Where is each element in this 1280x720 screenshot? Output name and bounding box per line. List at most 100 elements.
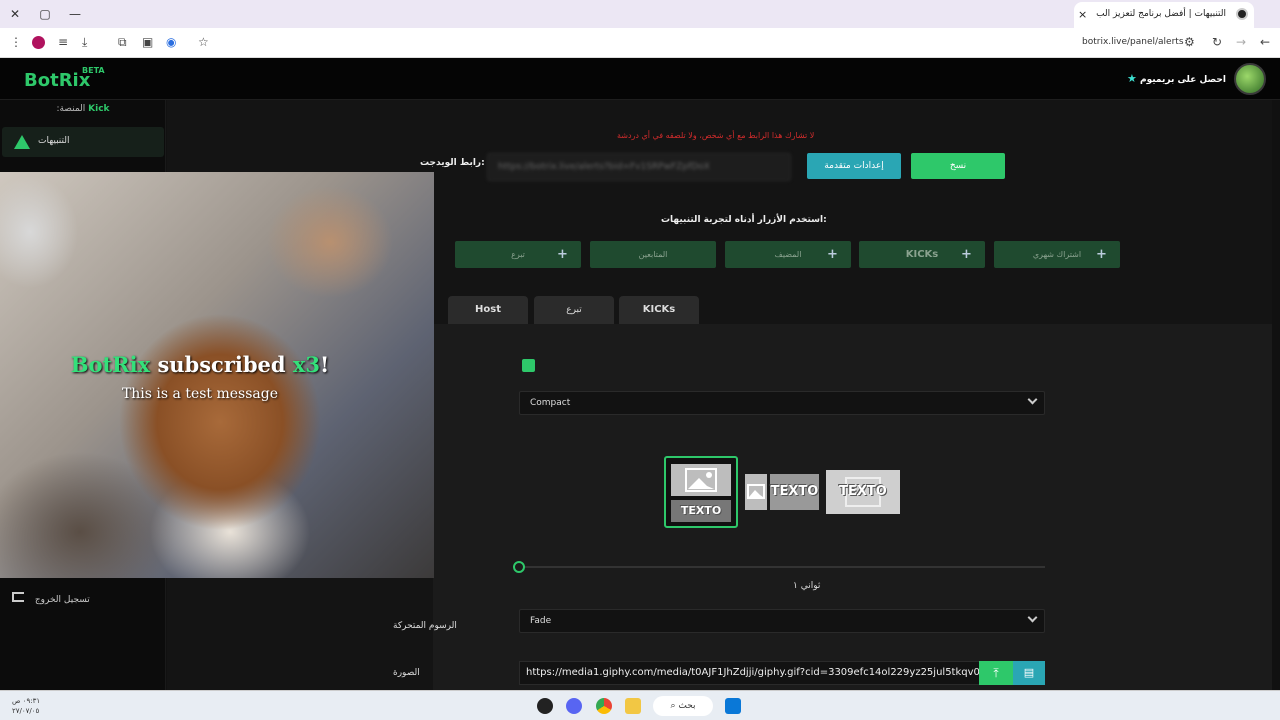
duration-value: ثواني ١	[793, 581, 821, 591]
bookmark-star-icon[interactable]: ☆	[198, 35, 209, 49]
image-placeholder-icon	[671, 464, 731, 496]
reading-list-icon[interactable]: ≡	[58, 35, 68, 49]
layout-text-label: TEXTO	[671, 500, 731, 522]
test-subscription-button[interactable]: اشتراك شهري +	[994, 241, 1120, 268]
link-warning-text: لا تشارك هذا الرابط مع أي شخص، ولا تلصقه…	[617, 131, 815, 140]
site-settings-icon[interactable]: ⚙	[1184, 35, 1195, 49]
warning-icon	[14, 135, 30, 149]
test-followers-button[interactable]: المتابعين	[590, 241, 716, 268]
logout-button[interactable]: تسجيل الخروج	[12, 592, 90, 605]
alert-message: This is a test message	[121, 386, 279, 402]
browser-tab[interactable]: التنبيهات | أفضل برنامج لتعزيز الب ×	[1074, 2, 1254, 28]
layout-select[interactable]: Compact	[519, 391, 1045, 415]
test-button-label: المضيف	[774, 250, 802, 259]
logout-label: تسجيل الخروج	[34, 595, 90, 605]
url-text[interactable]: botrix.live/panel/alerts	[1082, 37, 1184, 47]
plus-icon: +	[827, 247, 838, 262]
test-button-label: تبرع	[511, 250, 525, 259]
discord-icon[interactable]	[566, 698, 582, 714]
menu-dots-icon[interactable]: ⋮	[10, 35, 22, 49]
plus-icon: +	[1096, 247, 1107, 262]
chrome-icon[interactable]	[596, 698, 612, 714]
cast-icon[interactable]: ◉	[166, 35, 176, 49]
image-placeholder-icon	[745, 474, 767, 510]
duration-slider-handle[interactable]	[513, 561, 525, 573]
platform-label: :المنصة	[56, 104, 86, 114]
animation-select-value: Fade	[530, 616, 552, 626]
tab-host[interactable]: Host	[448, 296, 528, 324]
maximize-window-button[interactable]: ▢	[36, 5, 54, 23]
plus-icon: +	[961, 247, 972, 262]
botrix-favicon-icon	[1236, 8, 1248, 20]
test-alerts-hint: :استخدم الأزرار أدناه لتجربة التنبيهات	[661, 215, 827, 225]
advanced-settings-button[interactable]: إعدادات متقدمة	[807, 153, 901, 179]
sidebar-item-alerts[interactable]: التنبيهات	[2, 127, 164, 157]
minimize-window-button[interactable]: —	[66, 5, 84, 23]
test-host-button[interactable]: المضيف +	[725, 241, 851, 268]
download-icon[interactable]: ⤓	[82, 35, 87, 50]
alert-title: BotRix subscribed x3!	[0, 352, 400, 377]
star-icon: ★	[1127, 72, 1137, 85]
close-window-button[interactable]: ✕	[6, 5, 24, 23]
botrix-logo[interactable]: BotRix	[24, 70, 90, 91]
alert-exclaim: !	[320, 352, 330, 377]
address-bar: ⋮ ≡ ⤓ ⧉ ▣ ◉ ☆ botrix.live/panel/alerts ⚙…	[0, 28, 1280, 58]
screenshot-icon[interactable]: ▣	[142, 35, 153, 49]
image-url-input[interactable]: https://media1.giphy.com/media/t0AJF1JhZ…	[519, 661, 981, 685]
profile-avatar-icon[interactable]	[32, 36, 45, 49]
layout-text-label: TEXTO	[770, 474, 819, 510]
search-icon: ⌕	[670, 701, 676, 711]
system-clock[interactable]: ٠٩:٣١ ص ٢٧/٠٧/٠٥	[12, 696, 40, 716]
reload-icon[interactable]: ↻	[1212, 35, 1222, 49]
back-icon[interactable]: ←	[1260, 35, 1270, 49]
test-button-label: KICKs	[905, 249, 939, 260]
gallery-button[interactable]: ▤	[1013, 661, 1045, 685]
upload-button[interactable]: ⤒	[979, 661, 1013, 685]
clock-date: ٢٧/٠٧/٠٥	[12, 707, 40, 715]
windows-start-icon[interactable]	[725, 698, 741, 714]
plus-icon: +	[557, 247, 568, 262]
forward-icon[interactable]: →	[1236, 35, 1246, 49]
layout-text-label: TEXTO	[839, 484, 887, 499]
search-label: بحث	[678, 701, 696, 711]
copy-button[interactable]: نسخ	[911, 153, 1005, 179]
gallery-icon: ▤	[1023, 666, 1035, 679]
alert-action: subscribed	[157, 352, 286, 377]
animation-select[interactable]: Fade	[519, 609, 1045, 633]
tab-title: التنبيهات | أفضل برنامج لتعزيز الب	[1096, 9, 1226, 19]
widget-url-field[interactable]: https://botrix.live/alerts?bid=Fv1SRPwFZ…	[487, 153, 791, 181]
layout-select-value: Compact	[530, 398, 571, 408]
tab-close-button[interactable]: ×	[1078, 8, 1087, 21]
user-avatar[interactable]	[1234, 63, 1266, 95]
test-donation-button[interactable]: تبرع +	[455, 241, 581, 268]
os-taskbar: ٠٩:٣١ ص ٢٧/٠٧/٠٥ ⌕ بحث	[0, 690, 1280, 720]
premium-label: احصل على بريميوم	[1140, 75, 1226, 85]
chevron-down-icon	[1027, 394, 1038, 405]
app-header: BotRix BETA احصل على بريميوم ★	[0, 58, 1280, 100]
test-kicks-button[interactable]: KICKs +	[859, 241, 985, 268]
extensions-icon[interactable]: ⧉	[118, 35, 127, 50]
widget-url-label: :رابط الويدجت	[420, 158, 485, 168]
layout-option-overlay[interactable]: TEXTO	[826, 470, 900, 514]
enable-toggle[interactable]	[522, 359, 535, 372]
duration-slider-track[interactable]	[519, 566, 1045, 568]
test-button-label: المتابعين	[638, 250, 668, 259]
upload-icon: ⤒	[993, 666, 999, 680]
layout-option-inline[interactable]: TEXTO	[745, 474, 819, 510]
beta-badge: BETA	[82, 66, 105, 75]
alert-count: x3	[292, 352, 321, 377]
taskbar-search[interactable]: ⌕ بحث	[653, 696, 713, 716]
animation-label: الرسوم المتحركة	[393, 621, 457, 631]
logout-icon	[12, 592, 24, 602]
layout-option-stacked[interactable]: TEXTO	[664, 456, 738, 528]
tab-kicks[interactable]: KICKs	[619, 296, 699, 324]
tab-donation[interactable]: تبرع	[534, 296, 614, 324]
get-premium-link[interactable]: احصل على بريميوم ★	[1127, 72, 1226, 85]
image-label: الصورة	[393, 668, 420, 678]
file-explorer-icon[interactable]	[625, 698, 641, 714]
clock-time: ٠٩:٣١ ص	[12, 697, 41, 705]
app-icon[interactable]	[537, 698, 553, 714]
test-button-label: اشتراك شهري	[1032, 250, 1082, 259]
platform-value: Kick	[88, 104, 110, 114]
platform-indicator: :المنصة Kick	[0, 104, 166, 114]
